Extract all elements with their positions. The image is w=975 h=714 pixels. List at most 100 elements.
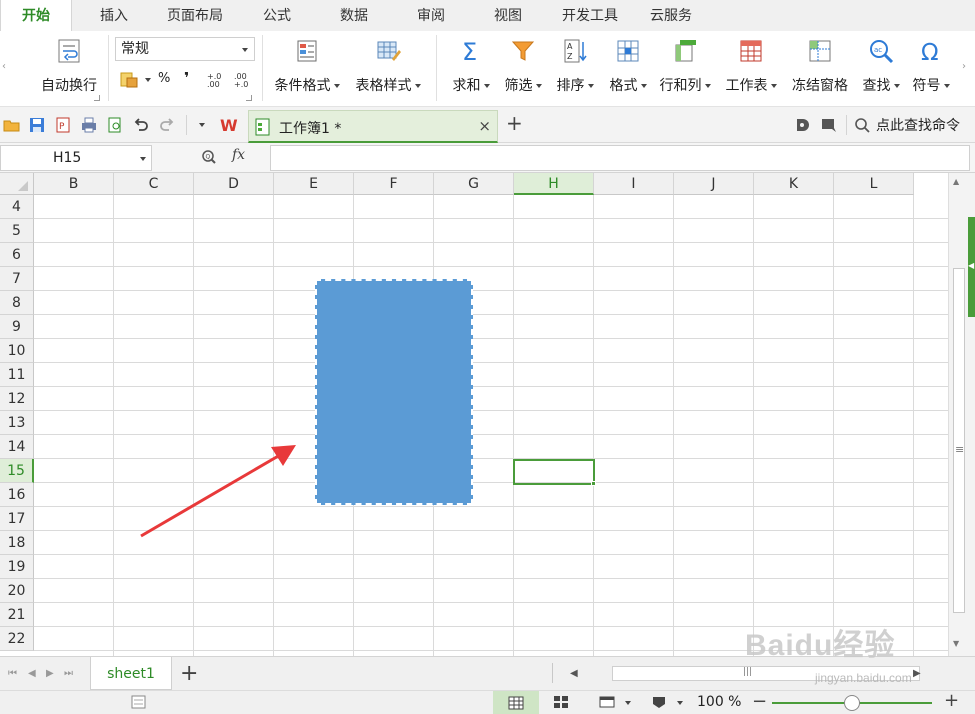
- column-header-k[interactable]: K: [754, 173, 834, 195]
- vertical-scroll-thumb[interactable]: [953, 268, 965, 613]
- scroll-right-icon[interactable]: ▶: [913, 668, 921, 679]
- tab-home[interactable]: 开始: [0, 0, 72, 31]
- fill-handle[interactable]: [591, 481, 596, 486]
- last-sheet-icon[interactable]: ⏭: [64, 668, 73, 679]
- row-header-12[interactable]: 12: [0, 387, 34, 411]
- comma-button[interactable]: ❜: [184, 69, 189, 87]
- row-header-10[interactable]: 10: [0, 339, 34, 363]
- symbol-button[interactable]: Ω 符号: [908, 37, 954, 99]
- undo-icon[interactable]: [132, 116, 150, 134]
- row-header-4[interactable]: 4: [0, 195, 34, 219]
- document-tab[interactable]: 工作簿1 * ×: [248, 110, 498, 143]
- close-tab-icon[interactable]: ×: [478, 117, 491, 135]
- wps-logo-icon[interactable]: W: [220, 116, 242, 134]
- zoom-out-icon[interactable]: −: [752, 691, 767, 712]
- sort-button[interactable]: A Z 排序: [550, 37, 600, 99]
- find-button[interactable]: ac 查找: [858, 37, 904, 99]
- print-preview-icon[interactable]: [106, 116, 124, 134]
- selected-rectangle-shape[interactable]: [315, 279, 473, 505]
- sidebar-toggle-handle[interactable]: ◀: [968, 217, 975, 317]
- column-header-e[interactable]: E: [274, 173, 354, 195]
- percent-button[interactable]: %: [158, 71, 170, 86]
- row-header-5[interactable]: 5: [0, 219, 34, 243]
- chevron-down-icon[interactable]: [625, 701, 631, 705]
- alignment-launcher-icon[interactable]: [94, 95, 100, 101]
- feedback-icon[interactable]: [820, 116, 838, 134]
- worksheet-button[interactable]: 工作表: [722, 37, 780, 99]
- zoom-in-icon[interactable]: +: [944, 690, 959, 711]
- redo-icon[interactable]: [158, 116, 176, 134]
- tab-cloud[interactable]: 云服务: [638, 0, 704, 31]
- prev-sheet-icon[interactable]: ◀: [28, 668, 36, 679]
- first-sheet-icon[interactable]: ⏮: [8, 668, 17, 679]
- add-sheet-icon[interactable]: +: [180, 661, 198, 686]
- row-header-16[interactable]: 16: [0, 483, 34, 507]
- scroll-down-icon[interactable]: ▼: [953, 639, 959, 648]
- eye-protect-icon[interactable]: [650, 694, 668, 710]
- row-header-19[interactable]: 19: [0, 555, 34, 579]
- tab-view[interactable]: 视图: [475, 0, 541, 31]
- row-header-18[interactable]: 18: [0, 531, 34, 555]
- row-header-17[interactable]: 17: [0, 507, 34, 531]
- page-layout-view-icon[interactable]: [598, 694, 616, 710]
- row-header-13[interactable]: 13: [0, 411, 34, 435]
- filter-button[interactable]: 筛选: [498, 37, 548, 99]
- currency-button[interactable]: [120, 71, 152, 89]
- tab-insert[interactable]: 插入: [80, 0, 148, 31]
- conditional-format-button[interactable]: 条件格式: [270, 37, 344, 99]
- normal-view-button[interactable]: [493, 691, 539, 714]
- open-folder-icon[interactable]: [3, 116, 21, 134]
- column-header-c[interactable]: C: [114, 173, 194, 195]
- zoom-slider-knob[interactable]: [844, 695, 860, 711]
- chevron-down-icon[interactable]: [677, 701, 683, 705]
- select-all-corner[interactable]: [0, 173, 34, 195]
- column-header-f[interactable]: F: [354, 173, 434, 195]
- row-header-8[interactable]: 8: [0, 291, 34, 315]
- save-icon[interactable]: [28, 116, 46, 134]
- command-search-input[interactable]: 点此查找命令: [876, 115, 960, 135]
- column-header-d[interactable]: D: [194, 173, 274, 195]
- scroll-up-icon[interactable]: ▲: [953, 177, 959, 186]
- format-button[interactable]: 格式: [603, 37, 653, 99]
- spreadsheet-grid[interactable]: BCDEFGHIJKL 4 5 6 7 8 9 10 11 12 13 14 15 16 17 18 19 20…: [0, 173, 948, 656]
- insert-function-button[interactable]: fx: [232, 147, 245, 163]
- sheet-tab-sheet1[interactable]: sheet1: [90, 657, 172, 690]
- row-header-11[interactable]: 11: [0, 363, 34, 387]
- formula-input[interactable]: [270, 145, 970, 171]
- row-header-15[interactable]: 15: [0, 459, 34, 483]
- column-header-j[interactable]: J: [674, 173, 754, 195]
- next-sheet-icon[interactable]: ▶: [46, 668, 54, 679]
- print-icon[interactable]: [80, 116, 98, 134]
- tab-page-layout[interactable]: 页面布局: [154, 0, 236, 31]
- row-header-6[interactable]: 6: [0, 243, 34, 267]
- column-header-b[interactable]: B: [34, 173, 114, 195]
- macro-icon[interactable]: [130, 694, 148, 710]
- column-header-i[interactable]: I: [594, 173, 674, 195]
- tab-formulas[interactable]: 公式: [244, 0, 310, 31]
- row-header-7[interactable]: 7: [0, 267, 34, 291]
- sum-button[interactable]: Σ 求和: [446, 37, 496, 99]
- new-tab-icon[interactable]: +: [506, 111, 523, 135]
- number-launcher-icon[interactable]: [246, 95, 252, 101]
- tab-developer[interactable]: 开发工具: [552, 0, 628, 31]
- column-header-g[interactable]: G: [434, 173, 514, 195]
- ribbon-scroll-left-icon[interactable]: ‹: [2, 61, 6, 72]
- row-header-9[interactable]: 9: [0, 315, 34, 339]
- zoom-level[interactable]: 100 %: [697, 694, 741, 710]
- tab-data[interactable]: 数据: [320, 0, 388, 31]
- tab-review[interactable]: 审阅: [398, 0, 464, 31]
- skin-icon[interactable]: [793, 116, 811, 134]
- row-header-14[interactable]: 14: [0, 435, 34, 459]
- active-cell-h15[interactable]: [513, 459, 595, 485]
- row-header-21[interactable]: 21: [0, 603, 34, 627]
- table-style-button[interactable]: 表格样式: [350, 37, 426, 99]
- page-break-view-icon[interactable]: [552, 694, 570, 710]
- increase-decimal-button[interactable]: +.0 .00: [207, 73, 229, 89]
- row-header-22[interactable]: 22: [0, 627, 34, 651]
- name-box[interactable]: H15: [0, 145, 152, 171]
- row-col-button[interactable]: 行和列: [656, 37, 714, 99]
- number-format-select[interactable]: 常规: [115, 37, 255, 61]
- zoom-formula-icon[interactable]: Q: [201, 149, 217, 165]
- column-header-h[interactable]: H: [514, 173, 594, 195]
- freeze-panes-button[interactable]: 冻结窗格: [788, 37, 852, 99]
